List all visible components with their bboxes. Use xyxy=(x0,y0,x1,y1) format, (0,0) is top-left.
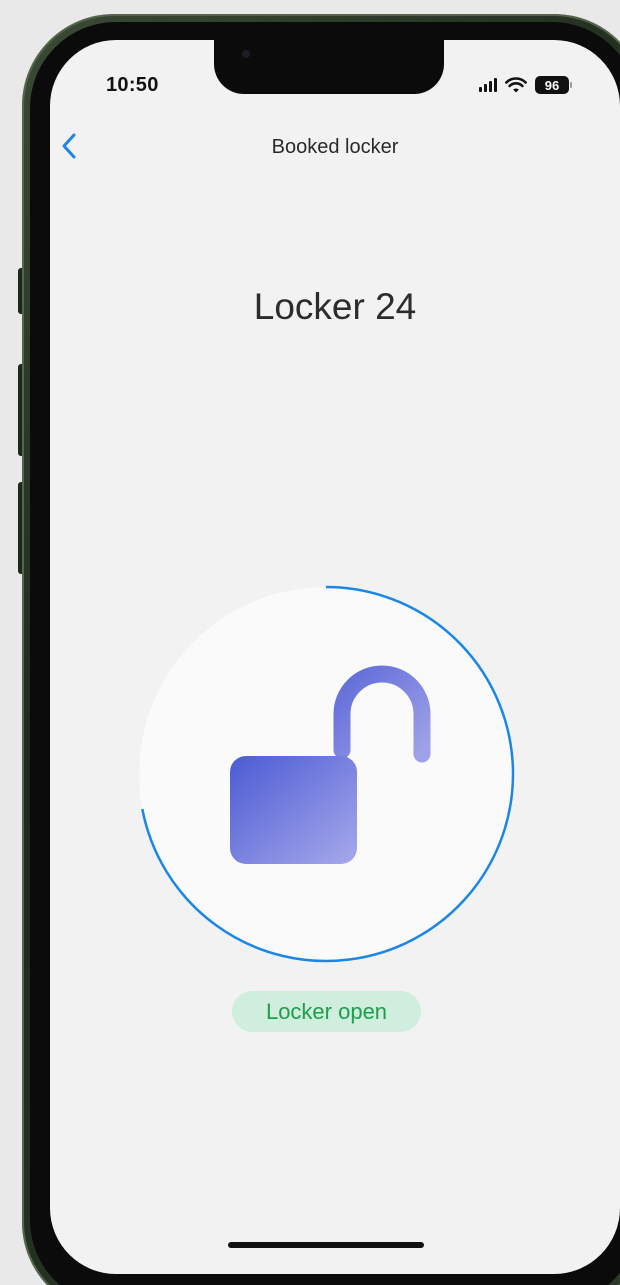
status-icons: 96 xyxy=(479,74,572,96)
notch xyxy=(214,40,444,94)
lock-button[interactable] xyxy=(136,584,516,964)
front-camera xyxy=(242,50,250,58)
locker-status-badge: Locker open xyxy=(232,991,421,1032)
device-mockup: 10:50 96 Booked locker Locker 24 Locker … xyxy=(0,0,620,1285)
locker-name: Locker 24 xyxy=(253,286,417,327)
lock-progress-ring xyxy=(139,585,515,963)
wifi-icon xyxy=(505,76,527,92)
cellular-signal-icon xyxy=(479,78,497,92)
battery-icon: 96 xyxy=(535,76,572,94)
battery-tip xyxy=(570,82,572,88)
status-time: 10:50 xyxy=(106,74,159,96)
home-indicator[interactable] xyxy=(228,1242,424,1248)
nav-title: Booked locker xyxy=(271,136,399,158)
battery-level: 96 xyxy=(535,76,569,94)
app-screen: 10:50 96 Booked locker Locker 24 Locker … xyxy=(50,40,620,1274)
